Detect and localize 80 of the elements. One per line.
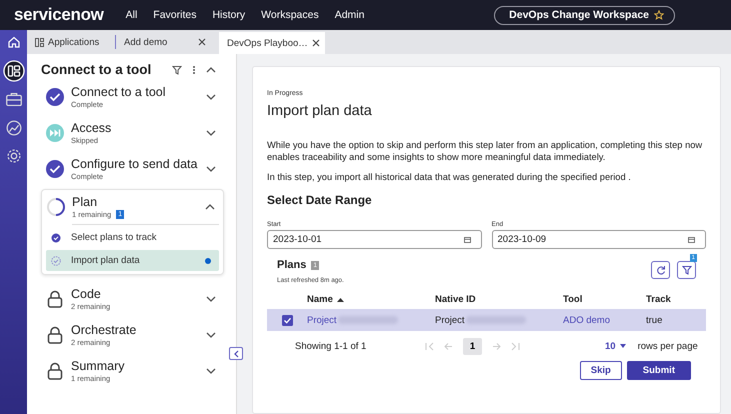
lock-icon bbox=[45, 325, 65, 345]
skip-button[interactable]: Skip bbox=[580, 361, 622, 380]
step-title[interactable]: Code bbox=[71, 287, 200, 302]
step-title[interactable]: Plan bbox=[72, 195, 199, 210]
result-count: Showing 1-1 of 1 bbox=[295, 340, 368, 352]
page-button[interactable]: 1 bbox=[463, 338, 482, 354]
table-link[interactable]: Project bbox=[307, 314, 398, 326]
check-circle-icon bbox=[45, 159, 65, 179]
section-title: Select Date Range bbox=[267, 193, 373, 207]
page-title: Import plan data bbox=[267, 103, 373, 119]
check-circle-icon bbox=[45, 87, 65, 107]
refresh-button[interactable] bbox=[651, 261, 670, 279]
column-header[interactable]: Track bbox=[646, 294, 706, 305]
tab[interactable]: Add demo bbox=[115, 35, 215, 49]
step-title[interactable]: Configure to send data bbox=[71, 157, 200, 172]
step-title[interactable]: Access bbox=[71, 121, 200, 136]
substep-item[interactable]: Select plans to track bbox=[46, 227, 219, 248]
chevron-down-icon[interactable] bbox=[206, 93, 216, 101]
date-field[interactable]: 2023-10-09 bbox=[492, 230, 706, 249]
chevron-down-icon[interactable] bbox=[206, 367, 216, 375]
workspace-button[interactable]: DevOps Change Workspace bbox=[494, 6, 675, 24]
step-title[interactable]: Orchestrate bbox=[71, 323, 200, 338]
grid-icon bbox=[35, 38, 44, 46]
nav-link[interactable]: Workspaces bbox=[261, 9, 319, 21]
close-icon[interactable] bbox=[312, 39, 320, 47]
home-button[interactable] bbox=[0, 30, 27, 54]
nav-link[interactable]: Favorites bbox=[153, 9, 196, 21]
more-icon[interactable] bbox=[192, 64, 196, 74]
panel-title: Connect to a tool bbox=[41, 62, 152, 77]
substep-item[interactable]: Import plan data bbox=[46, 250, 219, 271]
collapse-button[interactable] bbox=[229, 347, 243, 360]
date-field[interactable]: 2023-10-01 bbox=[267, 230, 482, 249]
column-header[interactable]: Native ID bbox=[435, 294, 563, 305]
nav-link[interactable]: History bbox=[212, 9, 246, 21]
table-cell: true bbox=[646, 314, 662, 326]
step-title[interactable]: Summary bbox=[71, 359, 200, 374]
filter-icon bbox=[682, 265, 692, 275]
page-size-label: rows per page bbox=[638, 340, 698, 352]
chevron-down-icon[interactable] bbox=[206, 295, 216, 303]
check-circle-icon bbox=[51, 232, 61, 242]
description-text: In this step, you import all historical data that was generated during the specified period . bbox=[267, 171, 632, 183]
table-cell: Project bbox=[435, 314, 526, 326]
column-header[interactable]: Tool bbox=[563, 294, 646, 305]
table-row[interactable]: Project Project ADO demo true bbox=[267, 309, 706, 331]
dashed-circle-icon bbox=[51, 256, 61, 266]
lock-icon bbox=[45, 289, 65, 309]
nav-link[interactable]: Admin bbox=[334, 9, 364, 21]
chevron-up-icon[interactable] bbox=[206, 66, 216, 74]
chevron-down-icon[interactable] bbox=[206, 331, 216, 339]
caret-down-icon bbox=[620, 344, 626, 348]
chart-icon[interactable] bbox=[4, 118, 24, 138]
filter-icon[interactable] bbox=[172, 64, 182, 74]
filter-button[interactable] bbox=[677, 261, 696, 279]
logo[interactable]: servicenow bbox=[14, 5, 104, 25]
chevron-left-icon bbox=[232, 350, 240, 358]
calendar-icon bbox=[464, 236, 470, 243]
close-icon[interactable] bbox=[198, 38, 206, 46]
list-title: Plans bbox=[277, 259, 306, 271]
home-icon bbox=[6, 35, 20, 49]
tab[interactable]: DevOps Playboo… bbox=[219, 32, 325, 54]
progress-ring-icon bbox=[46, 197, 66, 217]
star-icon bbox=[654, 10, 664, 20]
nav-link[interactable]: All bbox=[126, 9, 138, 21]
skip-icon bbox=[45, 123, 65, 143]
chevron-down-icon[interactable] bbox=[206, 165, 216, 173]
current-dot bbox=[205, 258, 211, 264]
chevron-up-icon[interactable] bbox=[205, 203, 215, 211]
page-size-dropdown[interactable]: 10 bbox=[605, 340, 626, 352]
lock-icon bbox=[45, 361, 65, 381]
refresh-icon bbox=[656, 265, 666, 275]
calendar-icon bbox=[688, 236, 695, 243]
step-title[interactable]: Connect to a tool bbox=[71, 85, 200, 100]
tab[interactable]: Applications bbox=[27, 30, 115, 54]
chevron-down-icon[interactable] bbox=[206, 129, 216, 137]
column-header[interactable]: Name bbox=[307, 294, 435, 305]
checkbox-checked-icon[interactable] bbox=[282, 314, 292, 326]
table-link[interactable]: ADO demo bbox=[563, 314, 610, 326]
submit-button[interactable]: Submit bbox=[626, 361, 691, 380]
apps-icon[interactable] bbox=[2, 60, 24, 82]
description-text: While you have the option to skip and perform this step later from an application, completing this step now enables traceability and some insights to show more meaningful data immediately. bbox=[267, 139, 704, 163]
